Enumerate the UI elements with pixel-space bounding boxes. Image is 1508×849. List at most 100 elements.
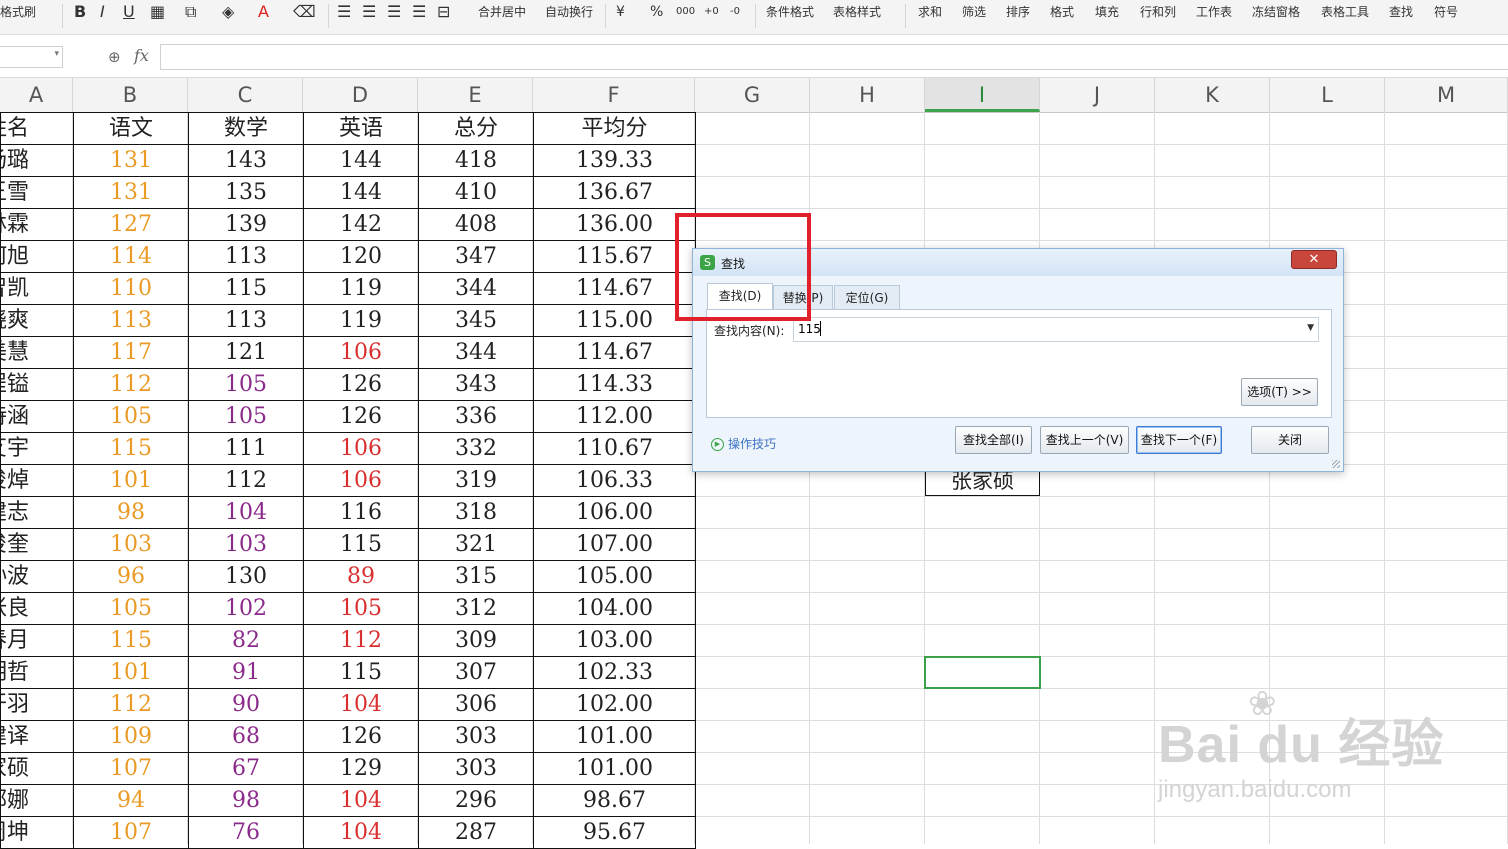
symbol-button[interactable]: 符号 xyxy=(1434,3,1458,21)
chevron-down-icon[interactable]: ▼ xyxy=(1307,323,1314,333)
table-cell[interactable]: 139.33 xyxy=(533,144,696,177)
table-cell[interactable]: 90 xyxy=(188,688,304,721)
table-cell[interactable]: 115.00 xyxy=(533,304,696,337)
table-cell[interactable]: 林霖 xyxy=(0,208,74,241)
header-cell[interactable]: 平均分 xyxy=(533,112,696,145)
table-cell[interactable]: 117 xyxy=(73,336,189,369)
table-cell[interactable]: 126 xyxy=(303,400,419,433)
column-header-g[interactable]: G xyxy=(695,78,810,112)
column-header-a[interactable]: A xyxy=(0,78,73,112)
table-cell[interactable]: 136.67 xyxy=(533,176,696,209)
table-cell[interactable]: 315 xyxy=(418,560,534,593)
table-cell[interactable]: 105.00 xyxy=(533,560,696,593)
table-cell[interactable]: 91 xyxy=(188,656,304,689)
table-cell[interactable]: 何旭 xyxy=(0,240,74,273)
table-cell[interactable]: 105 xyxy=(303,592,419,625)
active-cell-cursor[interactable] xyxy=(924,656,1041,689)
merge-center-button[interactable]: 合并居中 xyxy=(478,3,526,21)
table-cell[interactable]: 俊奎 xyxy=(0,528,74,561)
table-cell[interactable]: 诗涵 xyxy=(0,400,74,433)
resize-grip[interactable] xyxy=(1332,460,1340,468)
conditional-format-button[interactable]: 条件格式 xyxy=(766,3,814,21)
table-cell[interactable]: 张良 xyxy=(0,592,74,625)
table-cell[interactable]: 102.00 xyxy=(533,688,696,721)
table-cell[interactable]: 142 xyxy=(303,208,419,241)
auto-wrap-button[interactable]: 自动换行 xyxy=(545,3,593,21)
table-cell[interactable]: 113 xyxy=(188,304,304,337)
table-cell[interactable]: 113 xyxy=(188,240,304,273)
table-cell[interactable]: 埕镒 xyxy=(0,368,74,401)
font-color-icon[interactable]: A xyxy=(258,3,269,21)
borders-icon[interactable]: ▦ xyxy=(150,3,165,21)
table-cell[interactable]: 107 xyxy=(73,752,189,785)
table-cell[interactable]: 晓爽 xyxy=(0,304,74,337)
table-cell[interactable]: 119 xyxy=(303,272,419,305)
table-cell[interactable]: 115 xyxy=(73,432,189,465)
format-button[interactable]: 格式 xyxy=(1050,3,1074,21)
table-cell[interactable]: 121 xyxy=(188,336,304,369)
find-input[interactable]: 115 ▼ xyxy=(793,317,1319,342)
table-cell[interactable]: 312 xyxy=(418,592,534,625)
table-cell[interactable]: 112 xyxy=(188,464,304,497)
table-cell[interactable]: 98.67 xyxy=(533,784,696,817)
table-cell[interactable]: 120 xyxy=(303,240,419,273)
table-cell[interactable]: 105 xyxy=(73,400,189,433)
table-cell[interactable]: 418 xyxy=(418,144,534,177)
table-cell[interactable]: 104.00 xyxy=(533,592,696,625)
table-cell[interactable]: 126 xyxy=(303,368,419,401)
table-cell[interactable]: 127 xyxy=(73,208,189,241)
table-cell[interactable]: 105 xyxy=(188,400,304,433)
table-cell[interactable]: 131 xyxy=(73,144,189,177)
table-cell[interactable]: 112.00 xyxy=(533,400,696,433)
table-cell[interactable]: 94 xyxy=(73,784,189,817)
tab-goto[interactable]: 定位(G) xyxy=(834,285,900,310)
table-cell[interactable]: 107.00 xyxy=(533,528,696,561)
table-cell[interactable]: 103 xyxy=(73,528,189,561)
table-cell[interactable]: 汤璐 xyxy=(0,144,74,177)
format-painter-button[interactable]: 格式刷 xyxy=(0,3,36,21)
close-button[interactable]: 关闭 xyxy=(1251,426,1329,454)
table-tools-button[interactable]: 表格工具 xyxy=(1321,3,1369,21)
table-cell[interactable]: 103.00 xyxy=(533,624,696,657)
table-cell[interactable]: 明哲 xyxy=(0,656,74,689)
table-cell[interactable]: 110.67 xyxy=(533,432,696,465)
sort-button[interactable]: 排序 xyxy=(1006,3,1030,21)
table-cell[interactable]: 105 xyxy=(73,592,189,625)
column-header-h[interactable]: H xyxy=(810,78,925,112)
table-cell[interactable]: 129 xyxy=(303,752,419,785)
percent-button[interactable]: % xyxy=(650,3,663,21)
freeze-button[interactable]: 冻结窗格 xyxy=(1252,3,1300,21)
table-cell[interactable]: 344 xyxy=(418,272,534,305)
chevron-down-icon[interactable]: ▾ xyxy=(54,49,59,59)
table-cell[interactable]: 309 xyxy=(418,624,534,657)
column-header-c[interactable]: C xyxy=(188,78,303,112)
fill-color-icon[interactable]: ◈ xyxy=(222,3,234,21)
column-header-m[interactable]: M xyxy=(1385,78,1508,112)
fill-button[interactable]: 填充 xyxy=(1095,3,1119,21)
table-cell[interactable]: 306 xyxy=(418,688,534,721)
find-button[interactable]: 查找 xyxy=(1389,3,1413,21)
table-cell[interactable]: 106.33 xyxy=(533,464,696,497)
table-cell[interactable]: 68 xyxy=(188,720,304,753)
align-right-icon[interactable]: ☰ xyxy=(387,3,401,21)
table-cell[interactable]: 102 xyxy=(188,592,304,625)
table-cell[interactable]: 106 xyxy=(303,336,419,369)
table-cell[interactable]: 408 xyxy=(418,208,534,241)
table-cell[interactable]: 104 xyxy=(188,496,304,529)
table-cell[interactable]: 建译 xyxy=(0,720,74,753)
table-cell[interactable]: 郭娜 xyxy=(0,784,74,817)
table-cell[interactable]: 98 xyxy=(73,496,189,529)
table-cell[interactable]: 春月 xyxy=(0,624,74,657)
table-cell[interactable]: 89 xyxy=(303,560,419,593)
find-previous-button[interactable]: 查找上一个(V) xyxy=(1040,426,1129,454)
find-next-button[interactable]: 查找下一个(F) xyxy=(1136,426,1222,454)
table-cell[interactable]: 98 xyxy=(188,784,304,817)
table-cell[interactable]: 126 xyxy=(303,720,419,753)
underline-button[interactable]: U xyxy=(123,3,135,21)
table-cell[interactable]: 303 xyxy=(418,752,534,785)
find-all-button[interactable]: 查找全部(I) xyxy=(955,426,1032,454)
table-cell[interactable]: 96 xyxy=(73,560,189,593)
table-cell[interactable]: 318 xyxy=(418,496,534,529)
table-cell[interactable]: 孙波 xyxy=(0,560,74,593)
table-cell[interactable]: 347 xyxy=(418,240,534,273)
